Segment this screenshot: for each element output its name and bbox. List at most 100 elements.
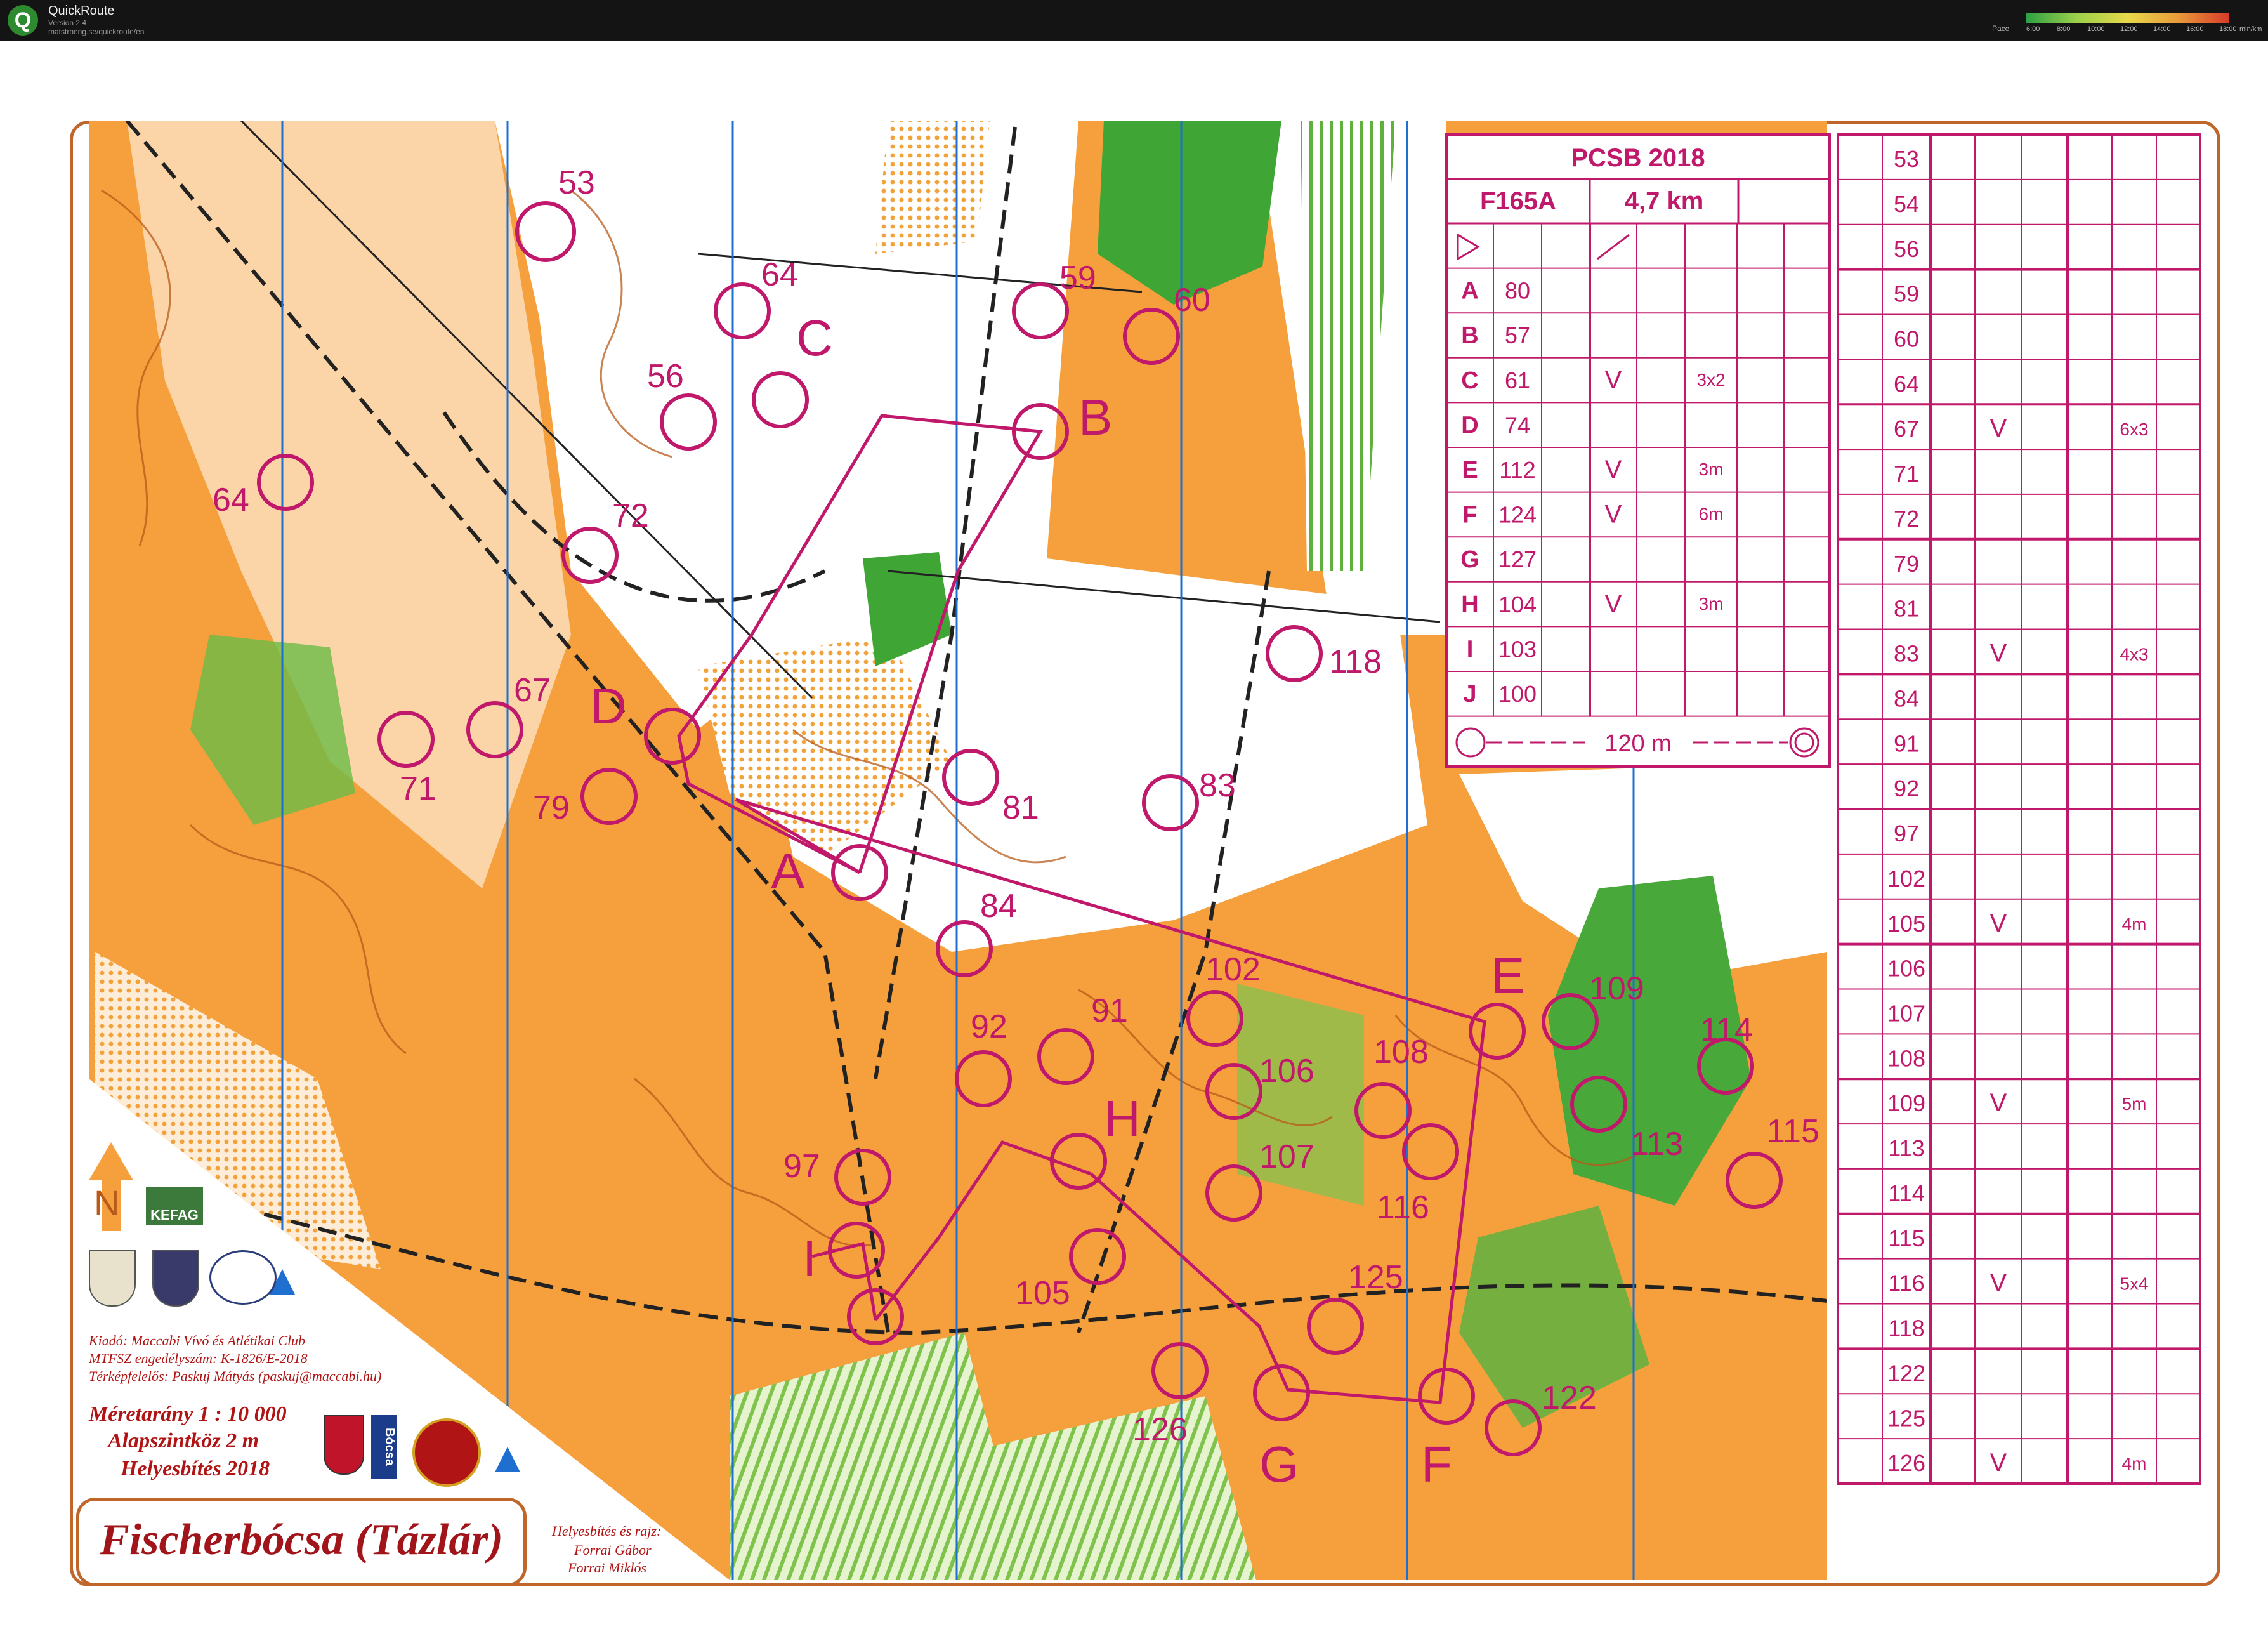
control-number: 80 <box>1505 278 1530 304</box>
control-label: D <box>590 678 627 734</box>
control-label: 53 <box>558 164 595 201</box>
control-label: 64 <box>213 482 249 518</box>
control-label: 109 <box>1589 970 1644 1007</box>
control-label: 107 <box>1259 1138 1314 1175</box>
control-number: 108 <box>1887 1045 1925 1071</box>
bocsa-logo: Bócsa <box>371 1415 397 1479</box>
control-number: 72 <box>1894 506 1919 532</box>
control-code: H <box>1461 591 1478 618</box>
control-code: G <box>1460 546 1479 573</box>
update-text: Helyesbítés 2018 <box>121 1457 270 1480</box>
control-label: 81 <box>1002 789 1039 826</box>
control-label: 102 <box>1205 951 1261 988</box>
control-number: 124 <box>1498 502 1537 528</box>
control-number: 59 <box>1894 281 1919 307</box>
control-number: 54 <box>1894 191 1919 217</box>
control-label: 122 <box>1542 1380 1597 1416</box>
control-label: G <box>1259 1436 1299 1493</box>
control-number: 79 <box>1894 551 1919 577</box>
dimension-text: 5m <box>2122 1094 2147 1114</box>
feature-symbol: V <box>1605 590 1622 618</box>
control-number: 109 <box>1887 1090 1925 1116</box>
control-number: 103 <box>1498 636 1537 662</box>
control-number: 60 <box>1894 326 1919 352</box>
dimension-text: 6x3 <box>2120 419 2148 439</box>
dimension-text: 3m <box>1699 459 1724 479</box>
control-number: 116 <box>1888 1270 1924 1296</box>
control-code: E <box>1462 457 1478 484</box>
control-label: 71 <box>400 770 436 807</box>
control-label: 105 <box>1015 1275 1070 1312</box>
control-label: E <box>1491 947 1524 1004</box>
dimension-text: 4x3 <box>2120 645 2148 664</box>
bocsa-crest-icon <box>324 1415 364 1475</box>
control-label: 116 <box>1377 1189 1429 1226</box>
dimension-text: 6m <box>1699 504 1724 524</box>
control-number: 104 <box>1498 591 1537 617</box>
control-label: B <box>1078 389 1112 445</box>
publisher-text: Kiadó: Maccabi Vívó és Atlétikai Club <box>89 1333 306 1348</box>
dimension-text: 5x4 <box>2120 1274 2148 1294</box>
control-code: D <box>1461 412 1478 438</box>
course-length: 4,7 km <box>1625 187 1704 215</box>
control-code: J <box>1463 681 1476 708</box>
control-label: 72 <box>612 498 649 534</box>
svg-text:N: N <box>94 1183 119 1223</box>
feature-symbol: V <box>1990 1449 2007 1477</box>
control-label: 118 <box>1329 643 1382 680</box>
control-number: 105 <box>1887 911 1925 937</box>
feature-symbol: V <box>1990 1269 2007 1297</box>
control-number: 125 <box>1887 1405 1925 1431</box>
control-label: A <box>771 843 805 899</box>
control-code: C <box>1461 367 1478 394</box>
control-number: 91 <box>1894 730 1919 756</box>
control-number: 71 <box>1894 461 1919 487</box>
control-description-sheet: PCSB 2018 F165A 4,7 km A 80 B 57 C 61 V 3x2 D 74 E… <box>1445 133 1831 768</box>
control-number: 57 <box>1505 322 1530 348</box>
control-number: 97 <box>1894 821 1919 847</box>
control-label: 59 <box>1059 260 1096 296</box>
contour-text: Alapszintköz 2 m <box>108 1429 259 1453</box>
control-number: 113 <box>1888 1135 1924 1161</box>
control-number: 83 <box>1894 641 1919 667</box>
map-title-box: Fischerbócsa (Tázlár) <box>76 1498 527 1586</box>
scale-text: Méretarány 1 : 10 000 <box>89 1402 287 1426</box>
control-number: 127 <box>1498 546 1537 572</box>
control-number: 67 <box>1894 416 1919 442</box>
feature-symbol: V <box>1990 414 2007 442</box>
control-label: 56 <box>647 358 684 395</box>
crest-icon <box>89 1250 136 1307</box>
control-number: 118 <box>1888 1315 1924 1341</box>
control-label: 67 <box>514 672 551 709</box>
county-crest-icon <box>412 1418 481 1487</box>
control-number: 74 <box>1505 412 1530 438</box>
permit-text: MTFSZ engedélyszám: K-1826/E-2018 <box>89 1350 308 1366</box>
control-label: 64 <box>761 256 798 293</box>
feature-symbol: V <box>1605 456 1622 484</box>
feature-symbol: V <box>1990 1089 2007 1117</box>
control-number: 56 <box>1894 236 1919 262</box>
feature-symbol: V <box>1990 909 2007 937</box>
dimension-text: 4m <box>2122 914 2147 934</box>
control-code: A <box>1461 278 1478 305</box>
control-number: 53 <box>1894 146 1919 172</box>
control-number: 102 <box>1887 866 1925 892</box>
control-label: 114 <box>1700 1012 1753 1048</box>
control-label: 91 <box>1091 992 1128 1029</box>
control-number: 114 <box>1888 1180 1924 1206</box>
feature-symbol: V <box>1605 366 1622 394</box>
control-label: F <box>1421 1436 1452 1493</box>
kefag-logo: KEFAG <box>146 1187 203 1225</box>
control-label: 113 <box>1630 1126 1683 1163</box>
control-label: 106 <box>1259 1053 1314 1090</box>
control-label: 97 <box>783 1148 820 1185</box>
author-2: Forrai Miklós <box>568 1560 647 1576</box>
finish-distance: 120 m <box>1604 730 1672 757</box>
feature-symbol: V <box>1990 640 2007 668</box>
control-number: 64 <box>1894 371 1919 397</box>
control-code: B <box>1461 322 1478 349</box>
control-label: 83 <box>1199 767 1236 804</box>
manager-text: Térképfelelős: Paskuj Mátyás (paskuj@mac… <box>89 1368 382 1384</box>
dimension-text: 3x2 <box>1696 370 1725 390</box>
control-number: 100 <box>1498 681 1537 707</box>
